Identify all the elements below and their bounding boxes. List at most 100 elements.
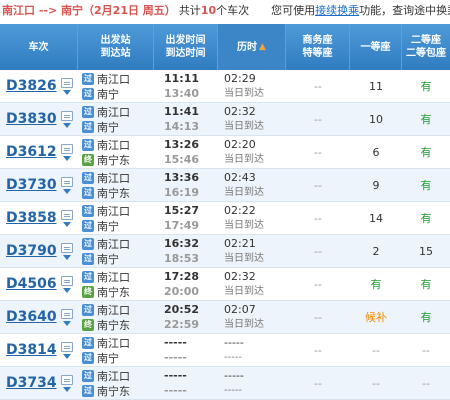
chevron-down-icon[interactable] (62, 320, 71, 326)
to-station: 过南宁 (82, 86, 119, 101)
col-duration[interactable]: 历时 ▲ (218, 24, 286, 70)
pass-through-badge: 过 (82, 72, 94, 85)
chevron-down-icon[interactable] (62, 188, 71, 194)
train-number-link[interactable]: D3640 (6, 309, 57, 325)
train-info-icon[interactable] (60, 143, 73, 154)
train-info-icon[interactable] (60, 275, 73, 286)
train-number-link[interactable]: D3858 (6, 210, 57, 226)
train-number-link[interactable]: D3826 (6, 78, 57, 94)
first-class-value[interactable]: 候补 (365, 309, 387, 325)
train-number-link[interactable]: D3830 (6, 111, 57, 127)
second-class-value: 有 (420, 311, 432, 324)
duration-cell: 02:29 当日到达 (218, 70, 286, 102)
chevron-down-icon[interactable] (62, 386, 71, 392)
business-seat-value: -- (314, 376, 322, 390)
chevron-down-icon[interactable] (62, 155, 71, 161)
train-info-icon[interactable] (60, 308, 73, 319)
table-row: D3790 过南江口过南宁 16:32 18:53 02:21 当日到达 -- 2 15 (0, 235, 450, 268)
from-station: 过南江口 (82, 71, 130, 86)
pass-through-badge: 过 (82, 186, 94, 199)
chevron-down-icon[interactable] (62, 254, 71, 260)
arrival-time: 17:49 (164, 219, 200, 232)
train-cell: D3826 (0, 70, 78, 102)
to-station: 过南宁东 (82, 185, 130, 200)
arrival-time: 16:19 (164, 186, 200, 199)
from-station-name: 南江口 (97, 138, 130, 152)
train-number-link[interactable]: D3814 (6, 342, 57, 358)
duration-value: 02:32 (224, 105, 256, 118)
train-actions (60, 209, 73, 227)
to-station-name: 南宁东 (97, 153, 130, 167)
train-number-link[interactable]: D3612 (6, 144, 57, 160)
transfer-tip: 您可使用接续换乘功能，查询途中换乘一次的部分 (271, 4, 450, 17)
from-station: 过南江口 (82, 269, 130, 284)
time-cell: 11:11 13:40 (154, 70, 218, 102)
arrival-day: 当日到达 (224, 253, 264, 264)
duration-value: ----- (224, 336, 244, 349)
duration-cell: 02:32 当日到达 (218, 268, 286, 300)
chevron-down-icon[interactable] (62, 89, 71, 95)
from-station-name: 南江口 (97, 303, 130, 317)
time-cell: 15:27 17:49 (154, 202, 218, 234)
arrival-time: 13:40 (164, 87, 200, 100)
arrival-day: ----- (224, 352, 243, 363)
second-class-cell: 有 (402, 70, 450, 102)
col-business-seat: 商务座 特等座 (286, 24, 350, 70)
table-row: D3826 过南江口过南宁 11:11 13:40 02:29 当日到达 -- 11 有 (0, 70, 450, 103)
train-cell: D3734 (0, 367, 78, 399)
train-number-link[interactable]: D4506 (6, 276, 57, 292)
col-time[interactable]: 出发时间 到达时间 (154, 24, 218, 70)
arrival-day: ----- (224, 385, 243, 396)
arrival-time: 18:53 (164, 252, 200, 265)
col-station[interactable]: 出发站 到达站 (78, 24, 154, 70)
train-info-icon[interactable] (60, 209, 73, 220)
to-station-name: 南宁东 (97, 318, 130, 332)
train-info-icon[interactable] (60, 341, 73, 352)
train-number-link[interactable]: D3734 (6, 375, 57, 391)
train-info-icon[interactable] (60, 176, 73, 187)
to-station: 过南宁 (82, 251, 119, 266)
chevron-down-icon[interactable] (62, 221, 71, 227)
col-train[interactable]: 车次 (0, 24, 78, 70)
train-cell: D3858 (0, 202, 78, 234)
first-class-value: 10 (369, 112, 383, 126)
departure-time: 15:27 (164, 204, 200, 217)
first-class-value: -- (372, 376, 380, 390)
train-actions (60, 176, 73, 194)
second-class-cell: 有 (402, 103, 450, 135)
from-station: 过南江口 (82, 368, 130, 383)
train-number-link[interactable]: D3790 (6, 243, 57, 259)
chevron-down-icon[interactable] (62, 287, 71, 293)
duration-cell: 02:20 当日到达 (218, 136, 286, 168)
train-actions (60, 374, 73, 392)
from-station: 过南江口 (82, 104, 130, 119)
to-station-name: 南宁 (97, 87, 119, 101)
chevron-down-icon[interactable] (62, 122, 71, 128)
duration-value: 02:20 (224, 138, 256, 151)
time-cell: 20:52 22:59 (154, 301, 218, 333)
from-station-name: 南江口 (97, 171, 130, 185)
chevron-down-icon[interactable] (62, 353, 71, 359)
second-class-value: -- (422, 376, 430, 390)
pass-through-badge: 过 (82, 270, 94, 283)
second-class-value: 有 (420, 80, 432, 93)
terminal-badge: 终 (82, 153, 94, 166)
train-info-icon[interactable] (60, 242, 73, 253)
pass-through-badge: 过 (82, 204, 94, 217)
arrival-time: ----- (164, 384, 187, 397)
train-info-icon[interactable] (60, 77, 73, 88)
departure-time: 13:36 (164, 171, 200, 184)
departure-time: ----- (164, 369, 187, 382)
to-station-name: 南宁 (97, 351, 119, 365)
train-number-link[interactable]: D3730 (6, 177, 57, 193)
second-class-cell: 有 (402, 202, 450, 234)
table-row: D3814 过南江口过南宁 ----- ----- ----- ----- -- -- -- (0, 334, 450, 367)
to-station: 终南宁东 (82, 152, 130, 167)
pass-through-badge: 过 (82, 336, 94, 349)
train-count: 共计10个车次 (178, 4, 250, 17)
to-station-name: 南宁 (97, 120, 119, 134)
train-info-icon[interactable] (60, 374, 73, 385)
transfer-link[interactable]: 接续换乘 (315, 4, 359, 17)
train-info-icon[interactable] (60, 110, 73, 121)
business-seat-value: -- (314, 244, 322, 258)
